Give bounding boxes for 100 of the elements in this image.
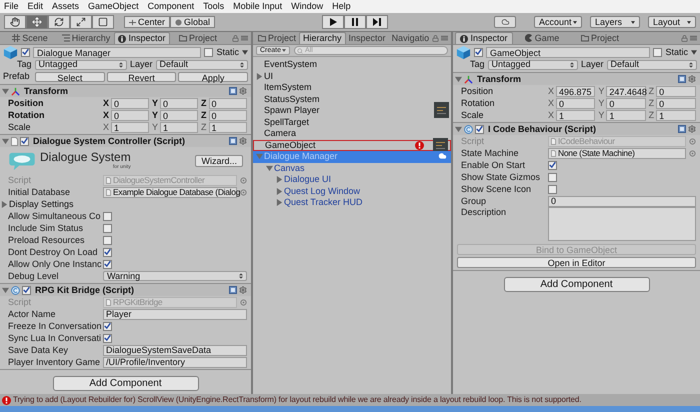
layer-dropdown[interactable]: Default bbox=[156, 60, 248, 70]
checkbox[interactable] bbox=[103, 260, 112, 268]
object-name-field[interactable]: Dialogue Manager bbox=[33, 46, 202, 58]
prefab-button[interactable]: Apply bbox=[178, 72, 248, 82]
enabled-checkbox[interactable] bbox=[475, 124, 484, 134]
foldout-arrow[interactable] bbox=[1, 200, 8, 208]
panel-tab[interactable]: Project bbox=[170, 32, 226, 44]
number-field[interactable]: 1 bbox=[160, 122, 198, 132]
pivot-button[interactable]: Global bbox=[170, 16, 216, 28]
foldout-arrow[interactable] bbox=[2, 88, 9, 94]
panel-tab[interactable]: Project bbox=[255, 32, 300, 44]
number-field[interactable]: 0 bbox=[556, 98, 596, 108]
settings-icon[interactable] bbox=[688, 75, 696, 83]
status-bar[interactable]: Trying to add (Layout Rebuilder for) ScrollView (UnityEngine.RectTransform) for layout rebuild while we are already inside a layout rebuild loop. This is not supported. bbox=[0, 394, 700, 406]
enabled-checkbox[interactable] bbox=[22, 286, 31, 294]
panel-tab[interactable]: Project bbox=[571, 32, 629, 44]
pause-button[interactable] bbox=[344, 15, 366, 29]
layer-dropdown[interactable]: Default bbox=[606, 60, 697, 70]
foldout-arrow[interactable] bbox=[455, 76, 462, 82]
tool-button[interactable] bbox=[4, 15, 26, 29]
settings-icon[interactable] bbox=[688, 125, 696, 133]
panel-tab[interactable]: Game bbox=[513, 32, 571, 44]
menu-item[interactable]: Assets bbox=[52, 1, 80, 12]
hierarchy-row[interactable]: EventSystem bbox=[253, 59, 451, 70]
number-field[interactable]: 0 bbox=[160, 110, 198, 120]
menu-item[interactable]: GameObject bbox=[88, 1, 139, 12]
text-field[interactable]: DialogueSystemSaveData bbox=[103, 344, 247, 356]
hierarchy-row[interactable]: StatusSystem bbox=[253, 94, 451, 105]
prefab-button[interactable]: Revert bbox=[106, 72, 176, 82]
foldout-label[interactable]: Display Settings bbox=[9, 198, 74, 210]
hierarchy-row[interactable]: Quest Tracker HUD bbox=[253, 197, 451, 208]
number-field[interactable]: 1 bbox=[656, 110, 696, 120]
object-name-field[interactable]: GameObject bbox=[486, 46, 650, 58]
pivot-button[interactable]: Center bbox=[124, 16, 170, 28]
settings-icon[interactable] bbox=[239, 137, 247, 145]
tag-dropdown[interactable]: Untagged bbox=[34, 60, 127, 70]
hierarchy-row[interactable]: Quest Log Window bbox=[253, 186, 451, 197]
hierarchy-row[interactable]: Spawn Player bbox=[253, 105, 451, 116]
number-field[interactable]: 0 bbox=[208, 110, 247, 120]
hierarchy-row[interactable]: Camera bbox=[253, 128, 451, 140]
panel-menu-icon[interactable] bbox=[690, 35, 697, 41]
text-field[interactable]: 0 bbox=[548, 196, 696, 206]
checkbox[interactable] bbox=[103, 212, 112, 220]
action-button[interactable]: Open in Editor bbox=[457, 257, 696, 268]
menu-item[interactable]: Help bbox=[332, 1, 351, 12]
number-field[interactable]: 0 bbox=[111, 98, 149, 108]
caret-icon[interactable] bbox=[691, 50, 697, 54]
help-book-icon[interactable] bbox=[229, 137, 237, 145]
active-checkbox[interactable] bbox=[21, 48, 30, 56]
checkbox[interactable] bbox=[103, 236, 112, 244]
panel-menu-icon[interactable] bbox=[441, 35, 448, 41]
wizard-button[interactable]: Wizard... bbox=[195, 154, 243, 166]
caret-icon[interactable] bbox=[242, 50, 248, 54]
dropdown[interactable]: Warning bbox=[103, 271, 247, 281]
add-component-button[interactable]: Add Component bbox=[504, 277, 650, 292]
panel-menu-icon[interactable] bbox=[241, 35, 248, 41]
tool-button[interactable] bbox=[70, 15, 92, 29]
step-button[interactable] bbox=[366, 15, 388, 29]
panel-tab[interactable]: Scene bbox=[2, 32, 58, 44]
hierarchy-row[interactable]: Canvas bbox=[253, 162, 451, 174]
tool-button[interactable] bbox=[26, 15, 48, 29]
lock-icon[interactable] bbox=[432, 34, 440, 42]
lock-icon[interactable] bbox=[232, 34, 239, 42]
add-component-button[interactable]: Add Component bbox=[52, 376, 198, 391]
number-field[interactable]: 1 bbox=[208, 122, 247, 132]
foldout-arrow[interactable] bbox=[276, 188, 283, 195]
help-book-icon[interactable] bbox=[229, 286, 237, 294]
layers-dropdown[interactable]: Layers bbox=[590, 16, 640, 28]
hierarchy-row[interactable]: ItemSystem bbox=[253, 82, 451, 94]
account-dropdown[interactable]: Account bbox=[534, 16, 582, 28]
lock-icon[interactable] bbox=[681, 34, 688, 42]
checkbox[interactable] bbox=[103, 224, 112, 232]
number-field[interactable]: 0 bbox=[656, 86, 696, 96]
checkbox[interactable] bbox=[103, 248, 112, 256]
foldout-arrow[interactable] bbox=[2, 138, 9, 144]
object-picker-icon[interactable] bbox=[240, 298, 247, 306]
component-header[interactable]: I Code Behaviour (Script) bbox=[453, 122, 700, 135]
text-field[interactable]: Player bbox=[103, 308, 247, 320]
number-field[interactable]: 496.875 bbox=[556, 86, 596, 96]
settings-icon[interactable] bbox=[239, 286, 247, 294]
tag-dropdown[interactable]: Untagged bbox=[488, 60, 578, 70]
panel-tab[interactable]: Inspector bbox=[346, 32, 389, 44]
number-field[interactable]: 1 bbox=[556, 110, 596, 120]
component-header[interactable]: RPG Kit Bridge (Script) bbox=[0, 283, 251, 296]
checkbox[interactable] bbox=[103, 322, 112, 330]
prefab-button[interactable]: Select bbox=[35, 72, 105, 82]
number-field[interactable]: 1 bbox=[111, 122, 149, 132]
number-field[interactable]: 0 bbox=[208, 98, 247, 108]
checkbox[interactable] bbox=[548, 184, 557, 194]
number-field[interactable]: 0 bbox=[656, 98, 696, 108]
foldout-arrow[interactable] bbox=[256, 72, 263, 80]
panel-tab[interactable]: Navigatio bbox=[388, 32, 432, 44]
component-header[interactable]: Transform bbox=[0, 84, 251, 97]
menu-item[interactable]: Edit bbox=[28, 1, 44, 12]
panel-tab[interactable]: Inspector bbox=[114, 32, 170, 44]
foldout-arrow[interactable] bbox=[455, 126, 462, 132]
help-book-icon[interactable] bbox=[678, 125, 686, 133]
foldout-arrow[interactable] bbox=[266, 164, 273, 172]
number-field[interactable]: 247.4648 bbox=[606, 86, 646, 96]
enabled-checkbox[interactable] bbox=[20, 136, 29, 146]
